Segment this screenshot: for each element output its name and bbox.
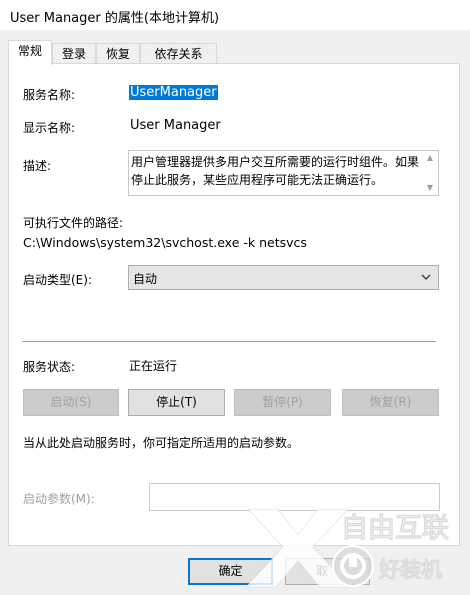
tab-logon[interactable]: 登录 [52,43,96,63]
description-label: 描述: [23,159,52,173]
start-params-label: 启动参数(M): [23,492,95,506]
startup-type-value: 自动 [133,272,158,286]
description-scrollbar[interactable]: ▲ ▼ [422,151,438,195]
exe-path-label: 可执行文件的路径: [23,216,124,230]
ok-button[interactable]: 确定 [188,558,273,585]
display-name-label: 显示名称: [23,121,76,135]
service-name-label: 服务名称: [23,88,76,102]
start-params-input[interactable] [149,483,440,511]
chevron-down-icon [421,274,431,280]
service-status-label: 服务状态: [23,360,76,374]
service-name-selected-text[interactable]: UserManager [129,85,218,100]
tab-dependencies[interactable]: 依存关系 [140,43,217,63]
startup-type-label: 启动类型(E): [23,273,92,287]
tab-recovery[interactable]: 恢复 [96,43,140,63]
window-title: User Manager 的属性(本地计算机) [10,11,220,26]
service-status-value: 正在运行 [129,359,178,373]
watermark-text-secondary: 好装机 [378,558,442,582]
title-bar[interactable]: User Manager 的属性(本地计算机) [0,0,470,30]
startup-type-select[interactable]: 自动 [128,265,439,290]
service-name-value[interactable]: UserManager [129,85,218,100]
start-params-hint: 当从此处启动服务时，你可指定所适用的启动参数。 [23,436,300,450]
section-divider [22,341,436,342]
pause-service-button[interactable]: 暂停(P) [234,389,331,416]
cancel-button[interactable]: 取 [285,558,370,585]
display-name-value[interactable]: User Manager [130,118,221,133]
start-service-button[interactable]: 启动(S) [23,389,119,416]
scroll-up-icon[interactable]: ▲ [422,151,438,165]
exe-path-value: C:\Windows\system32\svchost.exe -k netsv… [23,235,307,250]
scroll-down-icon[interactable]: ▼ [422,181,438,195]
resume-service-button[interactable]: 恢复(R) [342,389,439,416]
stop-service-button[interactable]: 停止(T) [128,389,225,416]
tab-general[interactable]: 常规 [8,40,52,65]
description-box[interactable]: 用户管理器提供多用户交互所需要的运行时组件。如果停止此服务，某些应用程序可能无法… [128,150,439,196]
description-text[interactable]: 用户管理器提供多用户交互所需要的运行时组件。如果停止此服务，某些应用程序可能无法… [131,153,421,189]
general-panel [8,63,460,546]
